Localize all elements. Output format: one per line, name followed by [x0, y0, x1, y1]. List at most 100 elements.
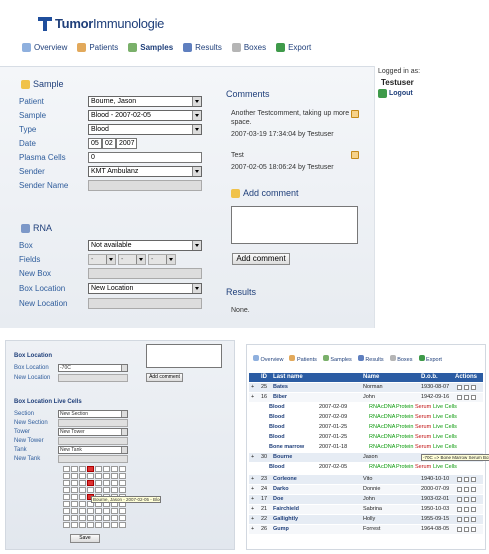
expand-icon[interactable]: + [251, 393, 254, 402]
table-row[interactable]: +22 Gallightly Holly 1955-09-15 [249, 515, 483, 524]
sample-row[interactable]: Blood 2007-01-25 RNA cDNA Protein Serum Live C… [249, 433, 483, 442]
table-row[interactable]: +21 Fairchield Sabrina 1950-10-03 [249, 505, 483, 514]
view-icon[interactable] [457, 395, 462, 400]
delete-icon[interactable] [471, 497, 476, 502]
sample-tag[interactable]: RNA [369, 423, 381, 432]
bl-add-comment-button[interactable]: Add comment [146, 373, 183, 382]
box-slot[interactable] [71, 494, 78, 500]
delete-icon[interactable] [471, 477, 476, 482]
expand-icon[interactable]: + [251, 515, 254, 524]
sample-row[interactable]: Blood 2007-02-09 RNA cDNA Protein Serum Live C… [249, 403, 483, 412]
sample-tag[interactable]: Serum [415, 433, 431, 442]
br-nav-boxes[interactable]: Boxes [389, 355, 413, 363]
box-slot[interactable] [71, 501, 78, 507]
fields-select-1[interactable]: - [88, 254, 116, 265]
sample-tag[interactable]: cDNA [381, 423, 395, 432]
col-dob[interactable]: D.o.b. [421, 374, 438, 380]
comment-textarea[interactable] [231, 206, 358, 244]
nav-samples[interactable]: Samples [128, 43, 173, 52]
box-slot[interactable] [111, 487, 118, 493]
sample-tag[interactable]: cDNA [381, 463, 395, 472]
box-slot[interactable] [111, 466, 118, 472]
box-slot[interactable] [63, 466, 70, 472]
box-slot[interactable] [87, 508, 94, 514]
box-slot[interactable] [103, 473, 110, 479]
box-slot[interactable] [87, 515, 94, 521]
box-slot[interactable] [79, 515, 86, 521]
box-slot[interactable] [95, 522, 102, 528]
type-select[interactable]: Blood [88, 124, 202, 135]
patient-last-name[interactable]: Fairchield [273, 505, 299, 514]
box-slot[interactable] [87, 480, 94, 486]
box-slot[interactable] [103, 480, 110, 486]
new-tower-input[interactable] [58, 437, 128, 445]
col-name[interactable]: Name [363, 374, 379, 380]
box-slot[interactable] [119, 466, 126, 472]
table-row[interactable]: +25 Bates Norman 1930-08-07 [249, 383, 483, 392]
nav-patients[interactable]: Patients [77, 43, 118, 52]
box-slot[interactable] [95, 487, 102, 493]
box-slot[interactable] [111, 480, 118, 486]
patient-select[interactable]: Bourne, Jason [88, 96, 202, 107]
bl-new-location-input[interactable] [58, 374, 128, 382]
patient-last-name[interactable]: Gump [273, 525, 289, 534]
box-slot[interactable] [87, 466, 94, 472]
sample-tag[interactable]: RNA [369, 443, 381, 452]
expand-icon[interactable]: + [251, 383, 254, 392]
sample-row[interactable]: Blood 2007-01-25 RNA cDNA Protein Serum Live C… [249, 423, 483, 432]
box-slot[interactable] [87, 487, 94, 493]
sender-name-input[interactable] [88, 180, 202, 191]
view-icon[interactable] [457, 517, 462, 522]
sample-type[interactable]: Blood [269, 413, 285, 422]
expand-icon[interactable]: + [251, 525, 254, 534]
box-slot[interactable] [111, 473, 118, 479]
sample-row[interactable]: Blood 2007-02-09 RNA cDNA Protein Serum Live C… [249, 413, 483, 422]
edit-icon[interactable] [464, 507, 469, 512]
sample-select[interactable]: Blood - 2007-02-05 [88, 110, 202, 121]
edit-icon[interactable] [464, 517, 469, 522]
sample-tag[interactable]: Live Cells [433, 463, 457, 472]
sample-tag[interactable]: Serum [415, 443, 431, 452]
bl-box-location-select[interactable]: -70C [58, 364, 128, 372]
edit-icon[interactable] [464, 477, 469, 482]
sample-tag[interactable]: cDNA [381, 403, 395, 412]
box-slot[interactable] [119, 487, 126, 493]
box-slot[interactable] [71, 515, 78, 521]
edit-icon[interactable] [464, 385, 469, 390]
br-nav-samples[interactable]: Samples [322, 355, 352, 363]
box-slot[interactable] [103, 487, 110, 493]
box-slot[interactable] [119, 508, 126, 514]
box-slot[interactable] [95, 515, 102, 521]
date-day-input[interactable]: 05 [88, 138, 102, 149]
sample-tag[interactable]: Serum [415, 403, 431, 412]
sample-type[interactable]: Blood [269, 403, 285, 412]
box-slot[interactable] [63, 480, 70, 486]
box-slot[interactable] [103, 515, 110, 521]
box-slot[interactable] [63, 508, 70, 514]
logout-link[interactable]: Logout [378, 89, 413, 98]
tank-select[interactable]: New Tank [58, 446, 128, 454]
sample-tag[interactable]: Live Cells [433, 403, 457, 412]
box-slot[interactable] [111, 515, 118, 521]
box-slot[interactable] [63, 494, 70, 500]
expand-icon[interactable]: + [251, 453, 254, 462]
sample-tag[interactable]: RNA [369, 433, 381, 442]
box-slot[interactable] [103, 522, 110, 528]
box-slot[interactable] [87, 473, 94, 479]
sample-tag[interactable]: Live Cells [433, 433, 457, 442]
new-location-input[interactable] [88, 298, 202, 309]
box-slot[interactable] [79, 473, 86, 479]
patient-last-name[interactable]: Bates [273, 383, 288, 392]
sample-tag[interactable]: Protein [396, 403, 413, 412]
table-row[interactable]: +17 Doe John 1903-02-01 [249, 495, 483, 504]
sample-tag[interactable]: Protein [396, 433, 413, 442]
sample-tag[interactable]: Serum [415, 423, 431, 432]
br-nav-results[interactable]: Results [357, 355, 384, 363]
box-slot[interactable] [71, 466, 78, 472]
edit-icon[interactable] [464, 487, 469, 492]
sample-tag[interactable]: RNA [369, 413, 381, 422]
box-slot[interactable] [63, 515, 70, 521]
date-year-input[interactable]: 2007 [116, 138, 137, 149]
box-slot[interactable] [95, 466, 102, 472]
sample-row[interactable]: Blood 2007-02-05 RNA cDNA Protein Serum Live C… [249, 463, 483, 472]
